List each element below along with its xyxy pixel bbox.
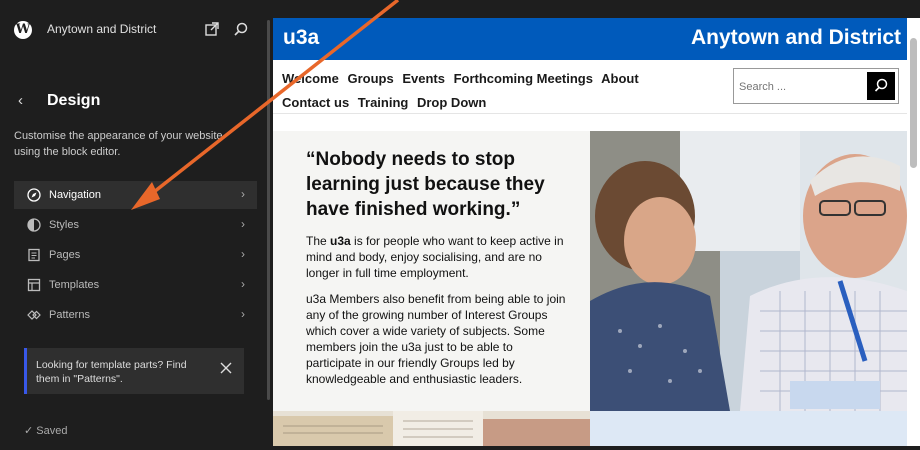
menu-item-training[interactable]: Training xyxy=(358,95,409,110)
search-icon[interactable] xyxy=(233,21,249,37)
site-header: u3a Anytown and District xyxy=(273,18,907,60)
search-input[interactable] xyxy=(737,76,861,98)
sidebar-item-patterns[interactable]: Patterns › xyxy=(14,301,257,329)
intro-paragraph-1: The u3a is for people who want to keep a… xyxy=(306,234,564,280)
wordpress-logo-icon[interactable]: W xyxy=(14,21,32,39)
chevron-right-icon: › xyxy=(241,217,245,231)
saved-label: Saved xyxy=(36,425,68,437)
scrollbar-thumb[interactable] xyxy=(910,38,917,168)
search-icon xyxy=(874,78,888,92)
sidebar-item-label: Patterns xyxy=(49,309,90,321)
patterns-icon xyxy=(27,310,41,320)
menu-item-forthcoming-meetings[interactable]: Forthcoming Meetings xyxy=(454,71,593,86)
page-title: Design xyxy=(47,92,101,109)
close-icon[interactable] xyxy=(219,361,233,375)
intro-panel: “Nobody needs to stop learning just beca… xyxy=(273,131,590,446)
saved-status: ✓ Saved xyxy=(24,424,67,437)
back-button[interactable]: ‹ xyxy=(18,92,23,109)
preview-scrollbar[interactable] xyxy=(907,18,920,446)
u3a-logo[interactable]: u3a xyxy=(283,26,319,50)
external-link-icon[interactable] xyxy=(204,21,220,37)
intro-quote: “Nobody needs to stop learning just beca… xyxy=(306,149,545,220)
sidebar-item-label: Pages xyxy=(49,249,81,261)
chevron-right-icon: › xyxy=(241,187,245,201)
scrollbar-thumb[interactable] xyxy=(267,20,270,400)
menu-item-events[interactable]: Events xyxy=(402,71,445,86)
design-description: Customise the appearance of your website… xyxy=(14,130,223,158)
sidebar-item-styles[interactable]: Styles › xyxy=(14,211,257,239)
sidebar-item-navigation[interactable]: Navigation › xyxy=(14,181,257,209)
check-icon: ✓ xyxy=(24,425,34,437)
menu-item-about[interactable]: About xyxy=(601,71,639,86)
menu-item-groups[interactable]: Groups xyxy=(347,71,393,86)
templates-icon xyxy=(27,278,41,292)
intro-paragraph-2: u3a Members also benefit from being able… xyxy=(306,292,566,386)
members-photo xyxy=(590,131,907,411)
editor-sidebar: W Anytown and District ‹ Design Customis… xyxy=(0,0,266,450)
chevron-right-icon: › xyxy=(241,277,245,291)
sidebar-item-label: Styles xyxy=(49,219,79,231)
site-name[interactable]: Anytown and District xyxy=(691,26,901,50)
site-preview[interactable]: u3a Anytown and District Welcome Groups … xyxy=(273,18,907,446)
notice-text: Looking for template parts? Find them in… xyxy=(36,359,187,385)
navigation-menu: Welcome Groups Events Forthcoming Meetin… xyxy=(282,67,702,115)
site-search xyxy=(733,68,899,104)
preview-frame-top xyxy=(273,0,920,18)
pages-icon xyxy=(28,248,40,262)
header-divider xyxy=(273,113,907,114)
sidebar-scrollbar[interactable] xyxy=(266,0,272,450)
sidebar-header: W Anytown and District xyxy=(0,0,266,60)
photo-caption-area xyxy=(590,411,907,446)
styles-icon xyxy=(27,218,41,232)
sidebar-item-templates[interactable]: Templates › xyxy=(14,271,257,299)
search-button[interactable] xyxy=(867,72,895,100)
template-parts-notice: Looking for template parts? Find them in… xyxy=(24,348,244,394)
sidebar-item-label: Templates xyxy=(49,279,100,291)
menu-item-welcome[interactable]: Welcome xyxy=(282,71,339,86)
sidebar-item-label: Navigation xyxy=(49,189,101,201)
site-title[interactable]: Anytown and District xyxy=(47,22,156,36)
chevron-right-icon: › xyxy=(241,247,245,261)
chevron-right-icon: › xyxy=(241,307,245,321)
menu-item-contact-us[interactable]: Contact us xyxy=(282,95,349,110)
menu-item-drop-down[interactable]: Drop Down xyxy=(417,95,486,110)
newspapers-photo xyxy=(273,411,590,446)
navigation-icon xyxy=(27,188,41,202)
sidebar-item-pages[interactable]: Pages › xyxy=(14,241,257,269)
